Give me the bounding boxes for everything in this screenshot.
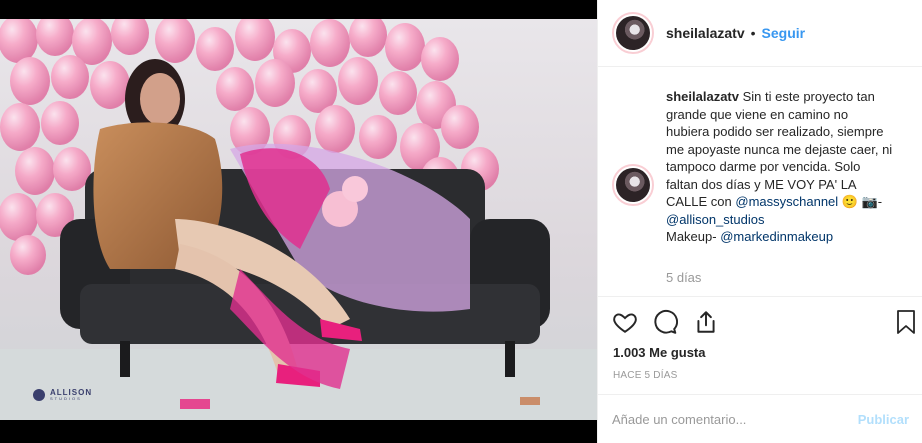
post-side-panel: sheilalazatv • Seguir sheilalazatv Sin t… [597,0,922,443]
caption-line: grande que viene en camino no [666,106,849,122]
caption-line: hubiera podido ser realizado, siempre [666,124,884,139]
bookmark-icon[interactable] [894,309,918,340]
watermark-logo-icon [33,389,45,401]
caption-line: faltan dos días y ME VOY PA' LA [666,176,857,192]
instagram-post-modal: ALLISON STUDIOS sheilalazatv • Seguir sh… [0,0,922,443]
watermark-sub: STUDIOS [50,396,82,401]
likes-count[interactable]: 1.003 Me gusta [613,345,706,360]
caption-username[interactable]: sheilalazatv [666,89,739,104]
post-photo[interactable]: ALLISON STUDIOS [0,0,597,443]
mention-link[interactable]: @markedinmakeup [720,229,833,244]
caption-comment: sheilalazatv Sin ti este proyecto tan gr… [612,88,912,244]
emoji-text: 🙂 📷- [841,194,883,209]
comment-input[interactable] [612,411,858,427]
username-link[interactable]: sheilalazatv [666,25,745,41]
mention-link[interactable]: @massyschannel [735,194,838,209]
comment-icon[interactable] [652,309,678,340]
mention-link[interactable]: @allison_studios [666,212,764,227]
post-actions: 1.003 Me gusta HACE 5 DÍAS [598,296,922,408]
share-icon[interactable] [693,309,719,340]
avatar[interactable] [612,12,654,54]
caption-line: me apoyaste nunca me dejaste caer, ni [666,141,893,157]
photo-illustration [0,19,597,420]
caption-line: Makeup- [666,229,721,244]
follow-button[interactable]: Seguir [762,25,806,41]
post-date: HACE 5 DÍAS [613,370,678,381]
caption-time[interactable]: 5 días [666,270,701,285]
publish-button[interactable]: Publicar [858,412,909,427]
post-header: sheilalazatv • Seguir [598,0,922,67]
caption-line: CALLE con [666,194,736,209]
caption-text: sheilalazatv Sin ti este proyecto tan gr… [666,88,912,246]
caption-line: tampoco darme por vencida. Solo [666,159,861,174]
photo-scene: ALLISON STUDIOS [0,19,597,420]
separator-dot: • [750,25,756,41]
photo-watermark: ALLISON STUDIOS [33,389,92,401]
caption-avatar[interactable] [612,164,654,206]
heart-icon[interactable] [612,309,638,340]
add-comment-bar: Publicar [598,394,922,443]
caption-line: Sin ti este proyecto tan [742,89,875,104]
